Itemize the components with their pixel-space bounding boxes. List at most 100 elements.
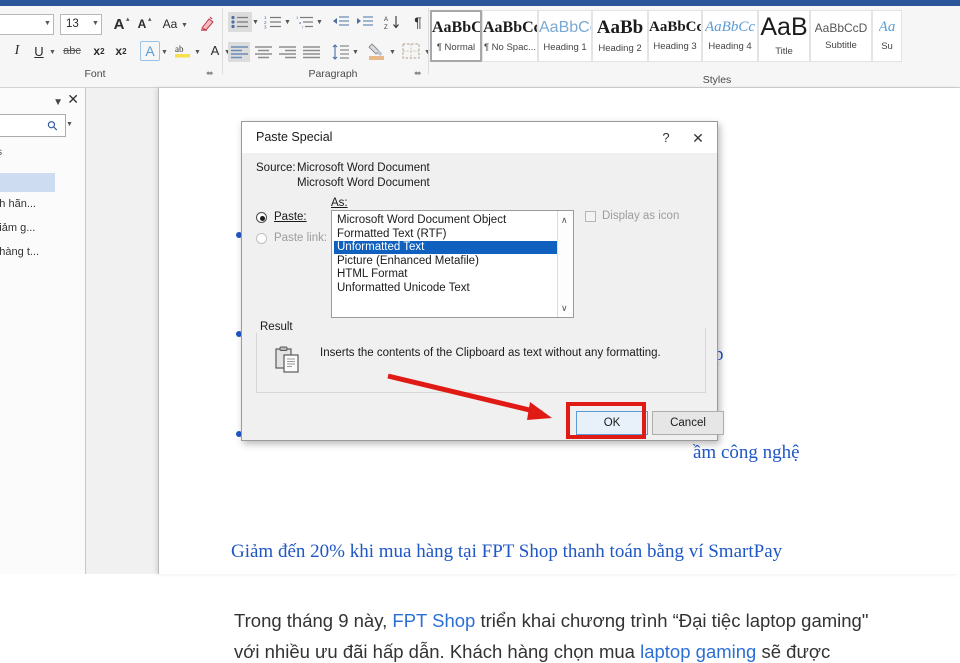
close-icon[interactable]: ✕ [685,128,711,148]
para-link-fpt-shop[interactable]: FPT Shop [392,610,475,631]
numbering-dropdown-icon[interactable]: ▼ [284,19,291,26]
style-gallery-item[interactable]: AaBbCc ¶ Normal [430,10,482,62]
grow-font-arrow-icon: ▴ [126,16,130,23]
navigation-pane: ▼ ✕ ⚲ ▼ ts hính hãn... p giảm g... ua hà… [0,88,86,574]
navigation-result-selected[interactable] [0,173,55,192]
style-preview: AaBbCc [539,19,591,36]
scroll-up-icon[interactable]: ∧ [561,215,568,226]
paragraph-dialog-launcher[interactable]: ⬌ [414,68,422,79]
listbox-item[interactable]: Formatted Text (RTF) [334,228,556,241]
navigation-result-item[interactable]: ua hàng t... [0,246,39,258]
borders-icon[interactable] [400,41,422,61]
clipboard-icon [274,346,304,376]
style-preview: AaBb [596,18,644,37]
decrease-indent-icon[interactable] [330,12,352,32]
font-name-dropdown-icon[interactable]: ▼ [44,20,51,27]
style-name: ¶ No Spac... [483,41,537,53]
justify-icon[interactable] [300,42,322,62]
source-label: Source: [256,162,296,174]
underline-button[interactable]: U [30,42,48,60]
style-preview: AaB [760,15,808,40]
sort-icon[interactable]: AZ [382,11,404,33]
style-preview: AaBbCc [483,19,537,36]
style-name: Subtitle [825,39,857,51]
listbox-item[interactable]: Unformatted Unicode Text [334,282,556,295]
style-gallery-item[interactable]: AaBbCc Heading 3 [648,10,702,62]
search-dropdown-icon[interactable]: ▼ [66,121,73,128]
highlight-icon[interactable]: ab [172,40,194,62]
listbox-item[interactable]: Picture (Enhanced Metafile) [334,255,556,268]
style-gallery-item[interactable]: AaBbCc ¶ No Spac... [482,10,538,62]
change-case-dropdown-icon[interactable]: ▼ [181,22,188,29]
highlight-dropdown-icon[interactable]: ▼ [194,49,201,56]
strikethrough-button[interactable]: abc [60,43,84,59]
style-gallery-item[interactable]: AaBbCc Heading 1 [538,10,592,62]
style-gallery-item[interactable]: AaBb Heading 2 [592,10,648,62]
line-spacing-dropdown-icon[interactable]: ▼ [352,49,359,56]
navigation-result-item[interactable]: hính hãn... [0,198,36,210]
style-name: Heading 4 [708,41,752,52]
listbox-item[interactable]: Microsoft Word Document Object [334,214,556,227]
svg-text:ab: ab [175,44,184,54]
align-left-icon[interactable] [228,42,250,62]
listbox-item[interactable]: HTML Format [334,268,556,281]
multilevel-list-icon[interactable]: 1ai [294,12,316,32]
style-gallery-item[interactable]: AaB Title [758,10,810,62]
listbox-scrollbar[interactable]: ∧ ∨ [557,211,573,317]
clear-formatting-icon[interactable] [196,13,218,35]
italic-button[interactable]: I [8,42,26,60]
style-preview: AaBbCc [432,19,480,36]
paste-format-listbox[interactable]: Microsoft Word Document Object Formatted … [331,210,574,318]
annotation-highlight-box [566,402,646,439]
styles-group-label: Styles [702,74,732,86]
help-icon[interactable]: ? [653,128,679,148]
para-text: Trong tháng 9 này, [234,610,393,631]
source-value-line-2: Microsoft Word Document [297,177,430,189]
align-center-icon[interactable] [252,42,274,62]
document-heading-line: Giảm đến 20% khi mua hàng tại FPT Shop t… [231,541,783,562]
para-link-laptop-gaming[interactable]: laptop gaming [640,641,756,662]
shrink-font-arrow-icon: ▴ [148,16,152,23]
superscript-button[interactable]: x2 [112,42,130,60]
document-paragraph-line-2: với nhiều ưu đãi hấp dẫn. Khách hàng chọ… [234,641,830,663]
style-name: Title [775,46,793,57]
style-gallery-item[interactable]: AaBbCcD Subtitle [810,10,872,62]
align-right-icon[interactable] [276,42,298,62]
font-group-label: Font [84,68,106,80]
line-spacing-icon[interactable] [330,41,352,63]
underline-dropdown-icon[interactable]: ▼ [49,49,56,56]
shading-dropdown-icon[interactable]: ▼ [389,49,396,56]
svg-text:i: i [302,25,303,30]
radio-outline-icon [256,233,267,244]
style-preview: AaBbCc [705,20,755,35]
numbering-icon[interactable]: 123 [262,12,284,32]
text-effects-icon[interactable]: A [140,41,160,61]
font-size-dropdown-icon[interactable]: ▼ [92,20,99,27]
document-clipped-text: ầm công nghệ [693,442,800,463]
shading-icon[interactable] [366,40,388,62]
listbox-item[interactable]: Unformatted Text [334,241,560,255]
multilevel-dropdown-icon[interactable]: ▼ [316,19,323,26]
subscript-button[interactable]: x2 [90,42,108,60]
style-gallery-item[interactable]: Aa Su [872,10,902,62]
show-formatting-marks-button[interactable]: ¶ [408,12,428,32]
bullets-dropdown-icon[interactable]: ▼ [252,19,259,26]
increase-indent-icon[interactable] [354,12,376,32]
style-gallery-item[interactable]: AaBbCc Heading 4 [702,10,758,62]
style-name: Heading 2 [598,43,642,54]
bullets-icon[interactable] [228,12,252,32]
scroll-down-icon[interactable]: ∨ [561,303,568,314]
navigation-result-item[interactable]: p giảm g... [0,222,35,234]
document-paragraph-line-1: Trong tháng 9 này, FPT Shop triển khai c… [234,610,868,632]
as-label: As: [331,197,348,209]
font-dialog-launcher[interactable]: ⬌ [206,68,214,79]
change-case-button[interactable]: Aa [158,14,182,34]
cancel-button[interactable]: Cancel [652,411,724,435]
text-effects-dropdown-icon[interactable]: ▼ [161,49,168,56]
paste-link-radio-label: Paste link: [274,232,328,244]
chevron-down-icon[interactable]: ▼ [53,97,63,108]
svg-text:A: A [384,17,388,23]
dialog-title: Paste Special [256,130,333,144]
close-icon[interactable]: ✕ [67,92,79,106]
para-text: sẽ được [756,641,831,662]
